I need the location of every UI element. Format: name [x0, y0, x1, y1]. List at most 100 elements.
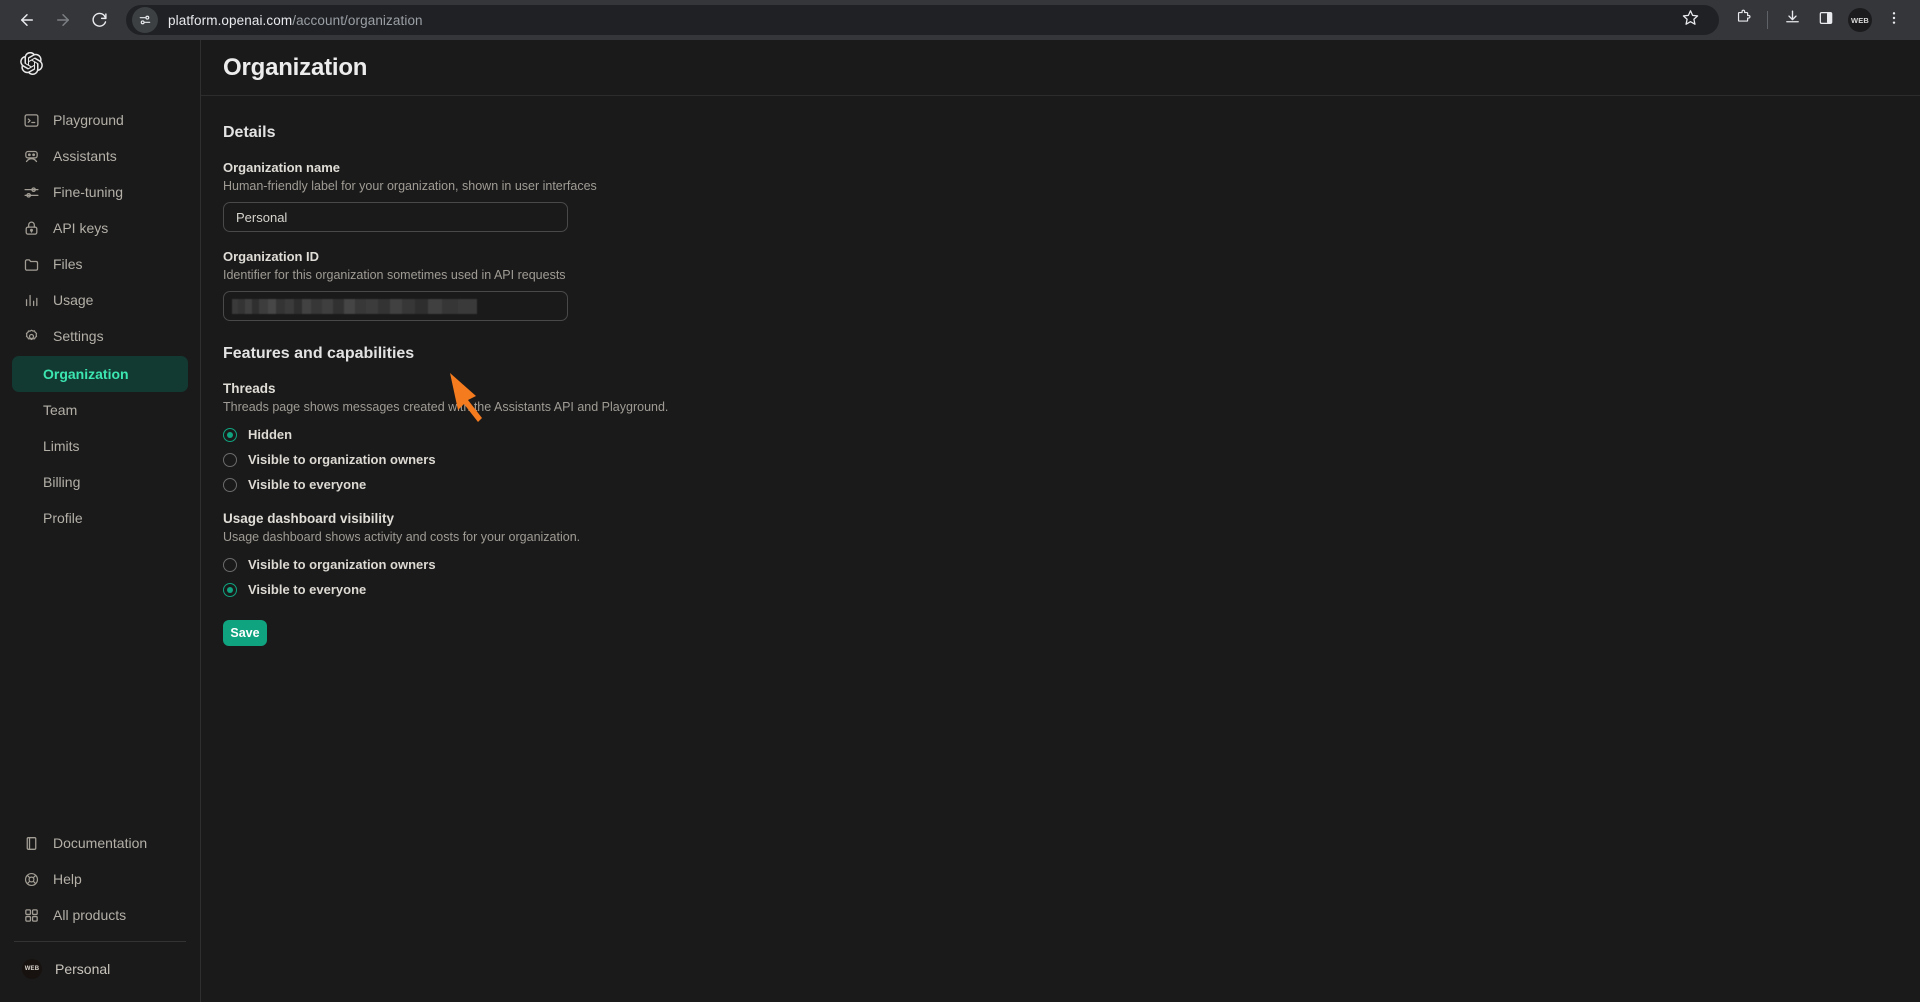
sub-item-label: Team	[43, 402, 78, 418]
sidebar-item-label: Fine-tuning	[53, 184, 124, 200]
radio-label: Visible to organization owners	[248, 452, 436, 467]
sidebar-item-organization[interactable]: Organization	[12, 356, 188, 392]
grid-icon	[22, 906, 40, 924]
organization-settings-form: Details Organization name Human-friendly…	[201, 96, 1920, 646]
sidebar-item-label: Help	[53, 871, 82, 887]
sidebar-item-team[interactable]: Team	[12, 392, 188, 428]
sidebar-item-label: Assistants	[53, 148, 117, 164]
sidebar-item-all-products[interactable]: All products	[12, 897, 188, 933]
gear-icon	[22, 327, 40, 345]
threads-option-hidden[interactable]: Hidden	[223, 422, 1898, 447]
usage-option-everyone[interactable]: Visible to everyone	[223, 577, 1898, 602]
book-icon	[22, 834, 40, 852]
url-domain: platform.openai.com	[168, 12, 293, 28]
folder-icon	[22, 255, 40, 273]
threads-setting-group: Threads Threads page shows messages crea…	[223, 381, 1898, 497]
settings-sub-nav: Organization Team Limits Billing Profile	[12, 356, 188, 536]
redacted-value-overlay	[232, 298, 477, 314]
org-id-input[interactable]	[223, 291, 568, 321]
address-bar-url: platform.openai.com/account/organization	[168, 13, 423, 28]
url-path: /account/organization	[292, 12, 423, 28]
sub-item-label: Billing	[43, 474, 81, 490]
downloads-button[interactable]	[1776, 4, 1808, 36]
extensions-button[interactable]	[1727, 4, 1759, 36]
back-button[interactable]	[10, 3, 44, 37]
life-ring-icon	[22, 870, 40, 888]
sidebar-item-settings[interactable]: Settings	[12, 318, 188, 354]
sidebar-item-help[interactable]: Help	[12, 861, 188, 897]
sidebar-item-label: All products	[53, 907, 127, 923]
sidebar-item-assistants[interactable]: Assistants	[12, 138, 188, 174]
org-id-field-group: Organization ID Identifier for this orga…	[223, 249, 1898, 321]
radio-label: Hidden	[248, 427, 293, 442]
page-header: Organization	[201, 40, 1920, 96]
sub-item-label: Limits	[43, 438, 80, 454]
org-name-field-group: Organization name Human-friendly label f…	[223, 160, 1898, 232]
sidebar-item-usage[interactable]: Usage	[12, 282, 188, 318]
sidebar-item-profile[interactable]: Profile	[12, 500, 188, 536]
radio-indicator[interactable]	[223, 582, 237, 597]
reload-icon	[91, 12, 108, 29]
three-dot-menu-icon	[1886, 10, 1902, 31]
features-section-title: Features and capabilities	[223, 345, 415, 362]
bar-chart-icon	[22, 291, 40, 309]
account-label: Personal	[55, 961, 111, 977]
sidebar-item-files[interactable]: Files	[12, 246, 188, 282]
browser-action-buttons: WEB	[1727, 4, 1910, 36]
threads-option-owners[interactable]: Visible to organization owners	[223, 447, 1898, 472]
sub-item-label: Profile	[43, 510, 83, 526]
forward-button[interactable]	[46, 3, 80, 37]
address-bar[interactable]: platform.openai.com/account/organization	[126, 5, 1719, 35]
threads-label: Threads	[223, 381, 276, 396]
openai-logo-link[interactable]	[12, 40, 188, 92]
sidebar-item-api-keys[interactable]: API keys	[12, 210, 188, 246]
sidebar-item-label: Files	[53, 256, 83, 272]
account-switcher[interactable]: WEB Personal	[12, 950, 188, 988]
save-button[interactable]: Save	[223, 620, 267, 646]
sidebar-footer: Documentation Help All products WEB Pers…	[12, 825, 188, 1002]
usage-dashboard-label: Usage dashboard visibility	[223, 511, 395, 526]
sidebar-item-label: API keys	[53, 220, 109, 236]
main-content: Organization Details Organization name H…	[201, 40, 1920, 1002]
back-arrow-icon	[18, 11, 36, 29]
radio-indicator[interactable]	[223, 477, 237, 492]
bookmark-button[interactable]	[1675, 5, 1705, 35]
usage-dashboard-setting-group: Usage dashboard visibility Usage dashboa…	[223, 511, 1898, 602]
lock-icon	[22, 219, 40, 237]
avatar: WEB	[22, 959, 42, 979]
sidebar-item-playground[interactable]: Playground	[12, 102, 188, 138]
sidebar-item-fine-tuning[interactable]: Fine-tuning	[12, 174, 188, 210]
radio-label: Visible to organization owners	[248, 557, 436, 572]
page-title: Organization	[223, 53, 368, 81]
radio-indicator[interactable]	[223, 427, 237, 442]
sidebar-item-label: Usage	[53, 292, 94, 308]
profile-avatar[interactable]: WEB	[1848, 8, 1872, 32]
openai-logo-icon	[20, 51, 43, 80]
org-name-input[interactable]: Personal	[223, 202, 568, 232]
usage-option-owners[interactable]: Visible to organization owners	[223, 552, 1898, 577]
site-settings-icon[interactable]	[132, 7, 158, 33]
usage-dashboard-description: Usage dashboard shows activity and costs…	[223, 530, 581, 544]
radio-label: Visible to everyone	[248, 477, 367, 492]
sidebar-item-limits[interactable]: Limits	[12, 428, 188, 464]
download-icon	[1784, 9, 1801, 31]
org-name-label: Organization name	[223, 160, 341, 175]
threads-description: Threads page shows messages created with…	[223, 400, 669, 414]
sub-item-label: Organization	[43, 366, 129, 382]
radio-indicator[interactable]	[223, 557, 237, 572]
sidebar-item-documentation[interactable]: Documentation	[12, 825, 188, 861]
threads-option-everyone[interactable]: Visible to everyone	[223, 472, 1898, 497]
radio-indicator[interactable]	[223, 452, 237, 467]
sidebar-item-label: Documentation	[53, 835, 148, 851]
sidebar-item-label: Settings	[53, 328, 104, 344]
reload-button[interactable]	[82, 3, 116, 37]
chrome-menu-button[interactable]	[1878, 4, 1910, 36]
sidebar-divider	[14, 941, 186, 942]
app-root: Playground Assistants Fine-tuning API ke…	[0, 40, 1920, 1002]
sidebar-item-billing[interactable]: Billing	[12, 464, 188, 500]
sidebar: Playground Assistants Fine-tuning API ke…	[0, 40, 201, 1002]
primary-nav: Playground Assistants Fine-tuning API ke…	[12, 102, 188, 354]
extensions-puzzle-icon	[1735, 9, 1752, 31]
side-panel-button[interactable]	[1810, 4, 1842, 36]
side-panel-icon	[1818, 10, 1834, 31]
